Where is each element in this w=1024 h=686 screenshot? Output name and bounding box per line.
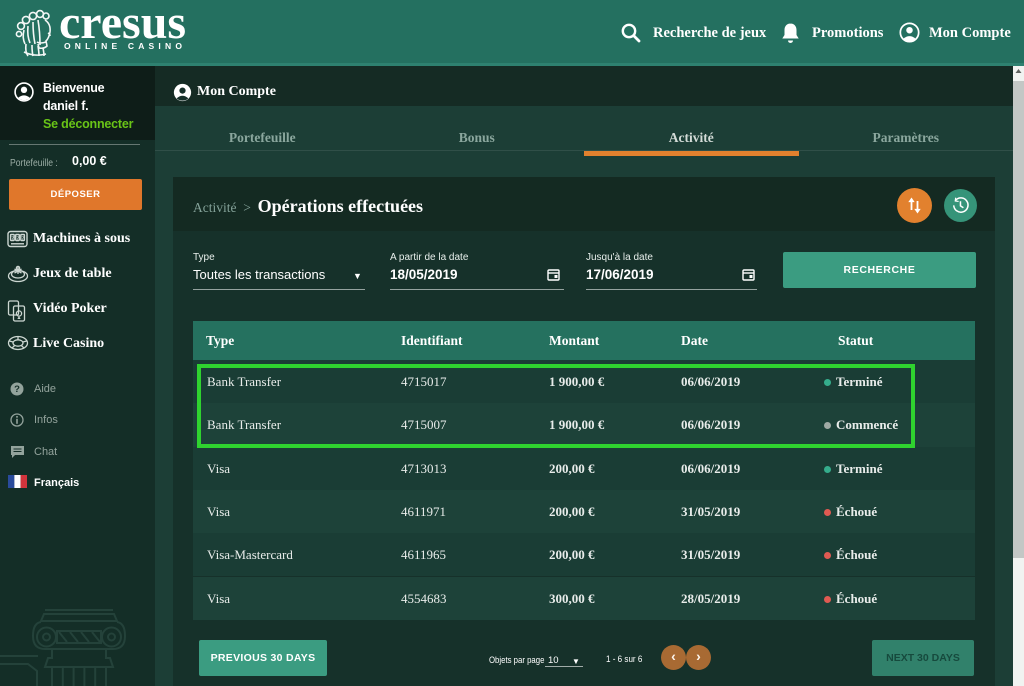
svg-text:?: ? xyxy=(14,384,20,395)
svg-text:7: 7 xyxy=(11,235,14,240)
svg-text:7: 7 xyxy=(17,235,20,240)
svg-text:7: 7 xyxy=(22,235,25,240)
